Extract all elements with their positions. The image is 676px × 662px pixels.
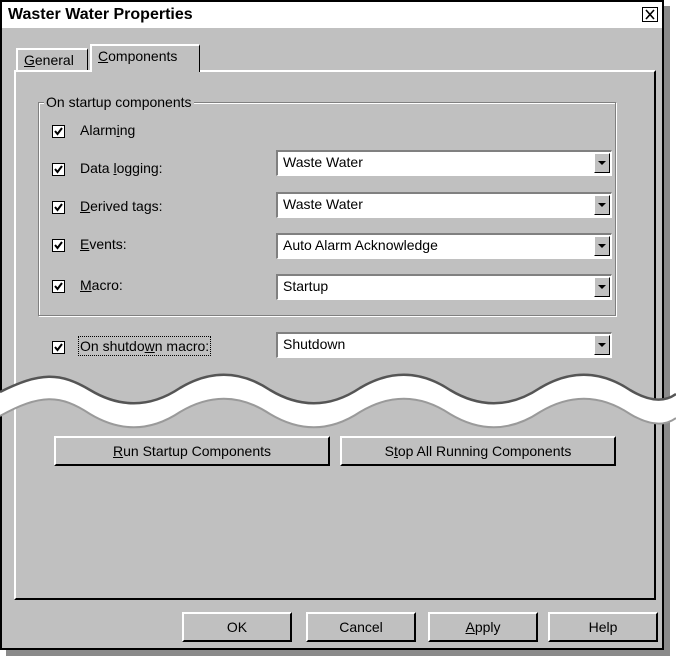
macro-label: Macro: xyxy=(80,277,123,293)
checkmark-icon xyxy=(54,127,63,136)
help-button[interactable]: Help xyxy=(548,612,658,642)
ok-label: OK xyxy=(226,619,248,635)
events-select[interactable]: Auto Alarm Acknowledge xyxy=(276,233,612,259)
checkmark-icon xyxy=(54,282,63,291)
shutdown-macro-select[interactable]: Shutdown xyxy=(276,332,612,358)
alarming-checkbox[interactable] xyxy=(52,125,65,138)
help-label: Help xyxy=(588,619,618,635)
macro-label-mnemonic: M xyxy=(80,277,92,293)
checkmark-icon xyxy=(54,203,63,212)
data-logging-label-post: ogging: xyxy=(116,160,163,176)
shutdown-macro-checkbox[interactable] xyxy=(52,341,65,354)
close-button[interactable] xyxy=(642,7,658,22)
events-checkbox[interactable] xyxy=(52,239,65,252)
window-title: Waster Water Properties xyxy=(8,6,193,23)
alarming-label: Alarming xyxy=(80,122,135,138)
data-logging-label: Data logging: xyxy=(80,160,163,176)
apply-mnemonic: A xyxy=(465,619,475,635)
data-logging-dropdown-button[interactable] xyxy=(594,153,610,173)
chevron-down-icon xyxy=(598,161,606,165)
alarming-label-post: ng xyxy=(119,122,136,138)
group-label: On startup components xyxy=(44,94,194,110)
stop-label-pre: S xyxy=(384,443,394,459)
chevron-down-icon xyxy=(598,244,606,248)
ok-button[interactable]: OK xyxy=(182,612,292,642)
derived-tags-select[interactable]: Waste Water xyxy=(276,192,612,218)
derived-tags-label-post: erived tags: xyxy=(90,198,163,214)
shutdown-macro-label: On shutdown macro: xyxy=(77,336,212,356)
macro-checkbox[interactable] xyxy=(52,280,65,293)
shutdown-macro-value: Shutdown xyxy=(283,336,346,352)
close-icon xyxy=(645,9,655,20)
tab-components[interactable]: Components xyxy=(90,44,200,72)
macro-label-post: acro: xyxy=(91,277,123,293)
tab-components-label: omponents xyxy=(108,48,178,64)
tab-general-mnemonic: G xyxy=(24,52,35,68)
shutdown-macro-dropdown-button[interactable] xyxy=(594,335,610,355)
events-label-mnemonic: E xyxy=(80,236,90,252)
run-label: un Startup Components xyxy=(123,443,271,459)
data-logging-select[interactable]: Waste Water xyxy=(276,150,612,176)
chevron-down-icon xyxy=(598,285,606,289)
data-logging-checkbox[interactable] xyxy=(52,163,65,176)
apply-button[interactable]: Apply xyxy=(428,612,538,642)
macro-dropdown-button[interactable] xyxy=(594,277,610,297)
torn-edge-divider xyxy=(0,373,676,429)
stop-label-post: op All Running Components xyxy=(397,443,572,459)
events-label: Events: xyxy=(80,236,127,252)
derived-tags-checkbox[interactable] xyxy=(52,201,65,214)
checkmark-icon xyxy=(54,241,63,250)
cancel-button[interactable]: Cancel xyxy=(306,612,416,642)
data-logging-value: Waste Water xyxy=(283,154,363,170)
derived-tags-value: Waste Water xyxy=(283,196,363,212)
shutdown-macro-label-post: n macro: xyxy=(154,338,210,354)
title-bar[interactable]: Waster Water Properties xyxy=(2,2,662,28)
apply-label: pply xyxy=(474,619,501,635)
stop-all-running-components-button[interactable]: Stop All Running Components xyxy=(340,436,616,466)
cancel-label: Cancel xyxy=(339,619,383,635)
run-mnemonic: R xyxy=(113,443,124,459)
shutdown-macro-label-pre: On shutdo xyxy=(80,338,145,354)
data-logging-label-pre: Data xyxy=(80,160,114,176)
derived-tags-dropdown-button[interactable] xyxy=(594,195,610,215)
macro-value: Startup xyxy=(283,278,329,294)
tab-components-mnemonic: C xyxy=(98,48,109,64)
shutdown-macro-label-mnemonic: w xyxy=(144,338,155,354)
chevron-down-icon xyxy=(598,343,606,347)
tab-general[interactable]: General xyxy=(16,48,88,70)
derived-tags-label: Derived tags: xyxy=(80,198,163,214)
derived-tags-label-mnemonic: D xyxy=(80,198,91,214)
macro-select[interactable]: Startup xyxy=(276,274,612,300)
events-value: Auto Alarm Acknowledge xyxy=(283,237,438,253)
alarming-label-pre: Alarm xyxy=(80,122,117,138)
tab-general-label: eneral xyxy=(34,52,74,68)
events-label-post: vents: xyxy=(89,236,127,252)
checkmark-icon xyxy=(54,165,63,174)
run-startup-components-button[interactable]: Run Startup Components xyxy=(54,436,330,466)
checkmark-icon xyxy=(54,343,63,352)
events-dropdown-button[interactable] xyxy=(594,236,610,256)
chevron-down-icon xyxy=(598,203,606,207)
